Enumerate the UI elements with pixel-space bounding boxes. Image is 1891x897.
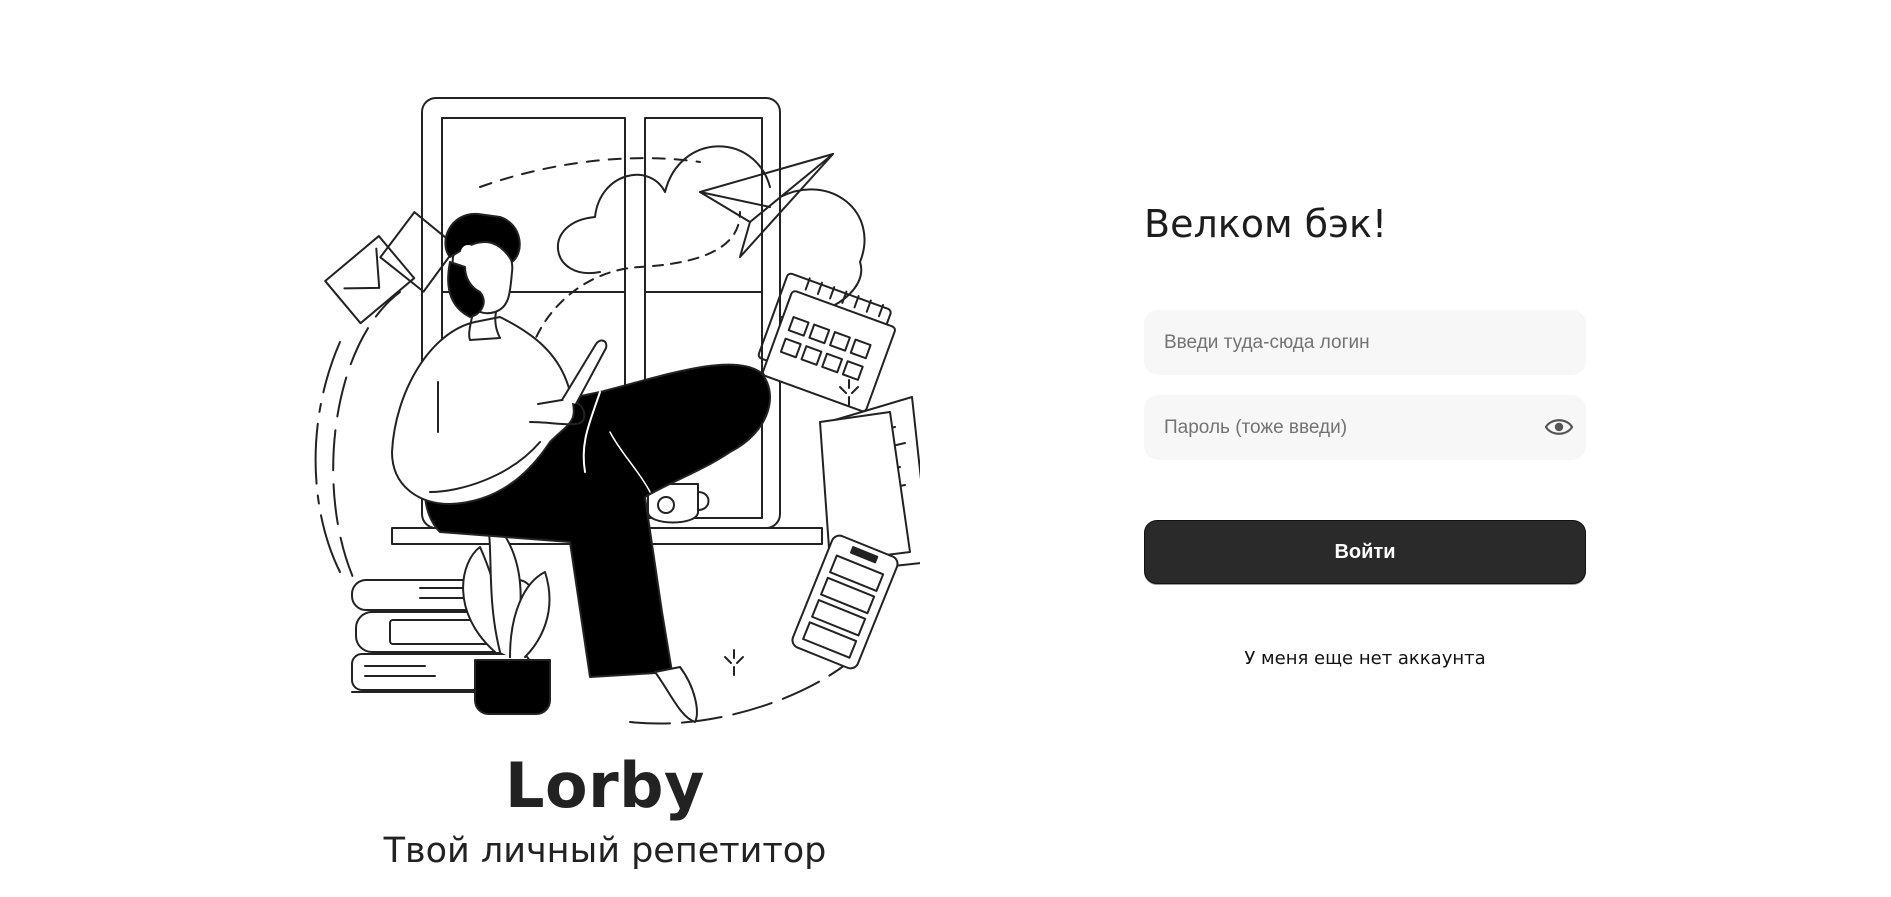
password-input[interactable] [1144, 395, 1586, 460]
login-field [1144, 310, 1586, 375]
password-field [1144, 395, 1586, 460]
brand-title: Lorby [505, 749, 705, 822]
register-link[interactable]: У меня еще нет аккаунта [1144, 648, 1586, 669]
login-input[interactable] [1144, 310, 1586, 375]
login-button[interactable]: Войти [1144, 520, 1586, 584]
brand-subtitle: Твой личный репетитор [383, 831, 827, 871]
login-page: Lorby Твой личный репетитор Велком бэк! … [0, 0, 1891, 897]
eye-icon[interactable] [1544, 415, 1574, 439]
hero-illustration [314, 97, 920, 725]
welcome-heading: Велком бэк! [1144, 202, 1388, 246]
